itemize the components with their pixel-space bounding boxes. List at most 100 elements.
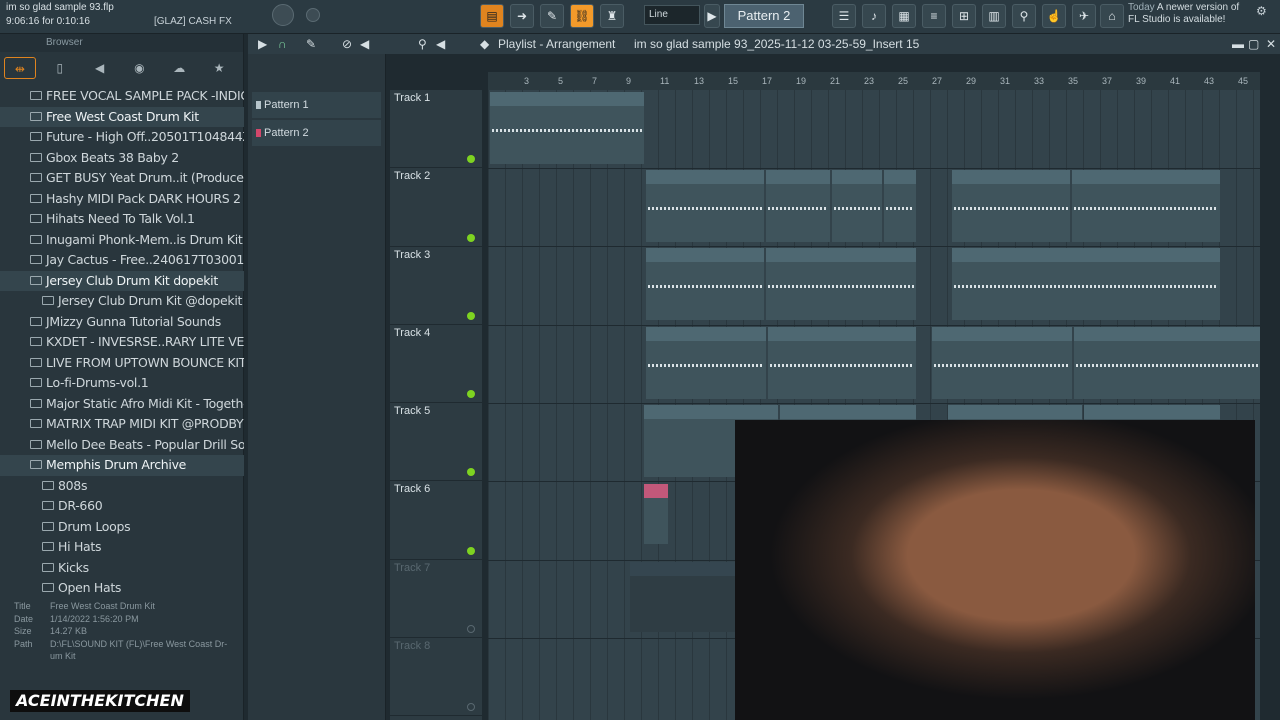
browser-folder[interactable]: Gbox Beats 38 Baby 2 — [0, 148, 244, 169]
document-icon[interactable]: ▯ — [44, 57, 76, 79]
arrow-icon[interactable]: ➜ — [510, 4, 534, 28]
browser-folder[interactable]: Future - High Off..20501T104844Z-001 — [0, 127, 244, 148]
gear-icon[interactable]: ⚙ — [1256, 4, 1267, 18]
plugin-icon[interactable]: ⚲ — [1012, 4, 1036, 28]
browser-folder[interactable]: 808s — [0, 476, 244, 497]
audio-clip[interactable]: Tr..ents — [766, 248, 916, 320]
stamp-icon[interactable]: ♜ — [600, 4, 624, 28]
browser-folder[interactable]: Memphis Drum Archive — [0, 455, 244, 476]
browser-folder[interactable]: JMizzy Gunna Tutorial Sounds — [0, 312, 244, 333]
tools-icon[interactable]: ✈ — [1072, 4, 1096, 28]
all-files-icon[interactable]: ⇹ — [4, 57, 36, 79]
audio-clip[interactable]: Tr..bass — [832, 170, 882, 242]
plugin-name[interactable]: [GLAZ] CASH FX — [154, 16, 232, 27]
pattern-selector[interactable]: Pattern 2 — [724, 4, 804, 28]
audio-clip[interactable]: Track..v_vocals — [646, 327, 766, 399]
browser-folder[interactable]: Lo-fi-Drums-vol.1 — [0, 373, 244, 394]
browser-folder[interactable]: Hi Hats — [0, 537, 244, 558]
track-mute-led[interactable] — [467, 155, 475, 164]
browser-folder[interactable]: Kicks — [0, 558, 244, 579]
browser-folder[interactable]: Jersey Club Drum Kit dopekit — [0, 270, 244, 291]
mute-icon[interactable]: ⊘ — [342, 34, 352, 54]
draw-tool-icon[interactable]: ✎ — [540, 4, 564, 28]
audio-clip[interactable]: ..als — [1074, 327, 1260, 399]
plugin-database-icon[interactable]: ◉ — [124, 57, 156, 79]
playlist-toggle-button[interactable]: ▤ — [480, 4, 504, 28]
link-icon[interactable]: ⛓ — [570, 4, 594, 28]
track-mute-led[interactable] — [467, 703, 475, 712]
pattern-item-2[interactable]: Pattern 2 — [252, 120, 381, 146]
audio-clip[interactable]: Track 2 (c..d).wav_bass — [952, 170, 1070, 242]
track-header[interactable]: Track 5 — [390, 403, 482, 482]
play-icon[interactable]: ▶ — [258, 34, 267, 54]
browser-folder[interactable]: Hashy MIDI Pack DARK HOURS 2 — [0, 189, 244, 210]
news-panel[interactable]: Today A newer version of FL Studio is av… — [1128, 2, 1239, 26]
browser-folder[interactable]: LIVE FROM UPTOWN BOUNCE KIT — [0, 353, 244, 374]
browser-folder[interactable]: Inugami Phonk-Mem..is Drum Kit vol.1 — [0, 230, 244, 251]
cloud-icon[interactable]: ☁ — [163, 57, 195, 79]
play-pattern-icon[interactable]: ▶ — [704, 4, 720, 28]
audio-clip[interactable]: ..ass — [884, 170, 916, 242]
master-volume-knob[interactable] — [272, 4, 294, 26]
browser-folder[interactable]: KXDET - INVESRSE..RARY LITE VERSION — [0, 332, 244, 353]
pencil-icon[interactable]: ✎ — [306, 34, 316, 54]
audio-clip[interactable]: Tr..bass — [1072, 170, 1220, 242]
shop-icon[interactable]: ⌂ — [1100, 4, 1124, 28]
browser-folder[interactable]: Mello Dee Beats - Popular Drill Sounds — [0, 435, 244, 456]
zoom-icon[interactable]: ⚲ — [418, 34, 427, 54]
track-mute-led[interactable] — [467, 390, 475, 399]
speaker-icon[interactable]: ◀ — [436, 34, 445, 54]
audio-clip[interactable]: Track 2 (c..d).wav_bass — [646, 170, 764, 242]
audio-clip[interactable]: Track 2 (co..nstruments — [646, 248, 764, 320]
browser-folder[interactable]: Major Static Afro Midi Kit - Together — [0, 394, 244, 415]
track-header[interactable]: Track 2 — [390, 168, 482, 247]
browser-folder[interactable]: FREE VOCAL SAMPLE PACK -INDIGO- — [0, 86, 244, 107]
browser-icon[interactable]: ▥ — [982, 4, 1006, 28]
maximize-icon[interactable]: ▢ — [1248, 34, 1259, 54]
browser-folder[interactable]: DR-660 — [0, 496, 244, 517]
arrows-icon[interactable]: ◆ — [480, 34, 489, 54]
touch-icon[interactable]: ☝ — [1042, 4, 1066, 28]
slice-icon[interactable]: ◀ — [360, 34, 369, 54]
track-header[interactable]: Track 6 — [390, 481, 482, 560]
pattern-item-1[interactable]: Pattern 1 — [252, 92, 381, 118]
track-header[interactable]: Track 7 — [390, 560, 482, 639]
master-pitch-knob[interactable] — [306, 8, 320, 22]
speaker-icon[interactable]: ◀ — [84, 57, 116, 79]
timeline-ruler[interactable]: 3 5 7 9 11 13 15 17 19 21 23 25 27 29 31 33 35 37 39 41 43 45 — [488, 72, 1260, 90]
track-header[interactable]: Track 1 — [390, 90, 482, 169]
audio-clip[interactable]: ssstik.io_17629..151913 - Part_1 — [490, 92, 644, 164]
browser-folder[interactable]: Hihats Need To Talk Vol.1 — [0, 209, 244, 230]
track-mute-led[interactable] — [467, 233, 475, 242]
track-header[interactable]: Track 4 — [390, 325, 482, 404]
close-icon[interactable]: ✕ — [1266, 34, 1276, 54]
piano-roll-icon[interactable]: ♪ — [862, 4, 886, 28]
browser-folder[interactable]: Open Hats — [0, 578, 244, 599]
mixer-icon[interactable]: ≡ — [922, 4, 946, 28]
audio-clip[interactable]: Tr..bass — [766, 170, 830, 242]
track-header[interactable]: Track 3 — [390, 247, 482, 325]
audio-clip[interactable]: Track 2 (co..nstruments — [952, 248, 1220, 320]
folder-icon — [30, 234, 42, 244]
track-mute-led[interactable] — [467, 625, 475, 634]
audio-clip[interactable]: Track..v_vocals — [932, 327, 1072, 399]
track-mute-led[interactable] — [467, 468, 475, 477]
playlist-icon[interactable]: ☰ — [832, 4, 856, 28]
browser-folder[interactable]: Jay Cactus - Free..240617T030014Z-001 — [0, 250, 244, 271]
track-mute-led[interactable] — [467, 546, 475, 555]
magnet-icon[interactable]: ∩ — [278, 34, 287, 54]
track-mute-led[interactable] — [467, 311, 475, 320]
browser-folder[interactable]: MATRIX TRAP MIDI KIT @PRODBYLJS — [0, 414, 244, 435]
plugin-picker-icon[interactable]: ⊞ — [952, 4, 976, 28]
audio-clip[interactable]: Tr..ocals — [768, 327, 916, 399]
channel-rack-icon[interactable]: ▦ — [892, 4, 916, 28]
audio-clip[interactable] — [644, 484, 668, 544]
browser-folder[interactable]: Drum Loops — [0, 517, 244, 538]
browser-folder[interactable]: Jersey Club Drum Kit @dopekit — [0, 291, 244, 312]
browser-folder[interactable]: Free West Coast Drum Kit — [0, 106, 244, 127]
track-header[interactable]: Track 8 — [390, 638, 482, 717]
star-icon[interactable]: ★ — [203, 57, 235, 79]
snap-select[interactable]: Line — [644, 5, 700, 25]
minimize-icon[interactable]: ▬ — [1232, 34, 1244, 54]
browser-folder[interactable]: GET BUSY Yeat Drum..it (Producergrind) — [0, 168, 244, 189]
